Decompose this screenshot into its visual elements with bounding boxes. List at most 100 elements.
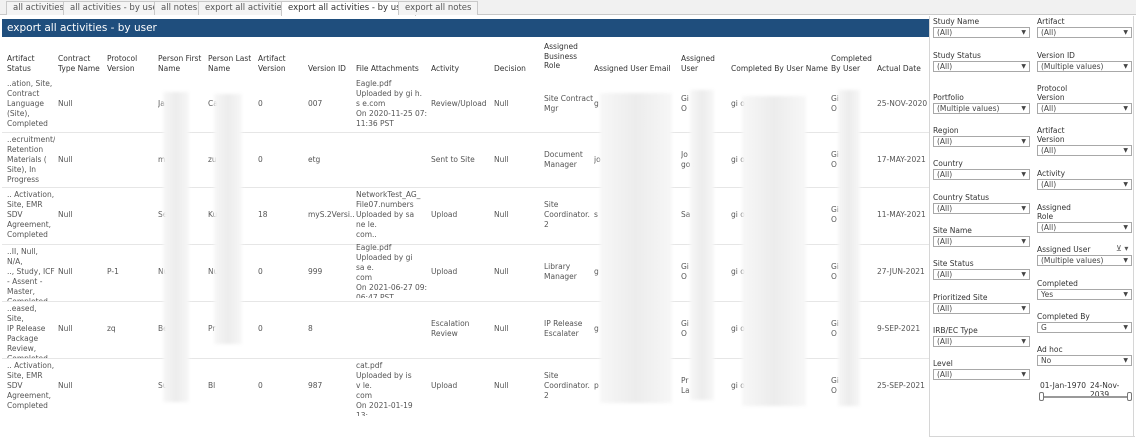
redaction-completed-by-name <box>742 96 806 406</box>
filter-dropdown[interactable]: (All) ▼ <box>1037 145 1132 156</box>
filter-dropdown[interactable]: (Multiple values) ▼ <box>1037 255 1132 266</box>
redaction-email <box>600 93 672 403</box>
table-cell: P-1 <box>107 266 119 276</box>
table-cell <box>107 210 155 265</box>
tab-bar: all activities all activities - by user … <box>0 0 1136 16</box>
column-header[interactable]: Person Last Name <box>208 54 256 73</box>
filter-value: (All) <box>937 62 953 71</box>
tab-export-all-notes[interactable]: export all notes <box>398 1 479 15</box>
filter-dropdown[interactable]: (All) ▼ <box>1037 103 1132 114</box>
table-cell: Null <box>494 154 509 164</box>
table-cell: ..eased, Site, IP Release Package Review… <box>7 303 48 359</box>
filter-value: (All) <box>937 237 953 246</box>
filter-label: Site Status <box>933 259 974 268</box>
table-cell: Sent to Site <box>431 154 475 164</box>
column-header[interactable]: Person First Name <box>158 54 206 73</box>
table-cell: 0 <box>258 154 263 164</box>
table-cell: 0 <box>258 380 263 390</box>
filter-label: Region <box>933 126 959 135</box>
filter-dropdown[interactable]: Yes ▼ <box>1037 289 1132 300</box>
column-header[interactable]: Assigned Business Role <box>544 42 594 71</box>
filter-dropdown[interactable]: G ▼ <box>1037 322 1132 333</box>
table-cell: myS.2Versi.. <box>308 209 354 219</box>
filter-label: Ad hoc <box>1037 345 1063 354</box>
filter-dropdown[interactable]: (All) ▼ <box>1037 222 1132 233</box>
column-header[interactable]: Protocol Version <box>107 54 155 73</box>
filter-value: (All) <box>1041 223 1057 232</box>
filter-dropdown[interactable]: (All) ▼ <box>933 136 1030 147</box>
redaction-last-name <box>214 94 242 344</box>
table-cell: zq <box>107 323 116 333</box>
date-range-handle-start[interactable] <box>1039 392 1044 401</box>
table-cell: Null <box>58 323 73 333</box>
column-header[interactable]: Contract Type Name <box>58 54 106 73</box>
filter-label: Version ID <box>1037 51 1075 60</box>
tab-all-activities[interactable]: all activities <box>6 1 71 15</box>
filter-value: (All) <box>937 204 953 213</box>
chevron-down-icon: ▼ <box>1123 147 1128 154</box>
filter-value: Yes <box>1041 290 1054 299</box>
filter-label: IRB/EC Type <box>933 326 978 335</box>
filter-value: (All) <box>937 28 953 37</box>
filter-label: Artifact Version <box>1037 126 1065 144</box>
date-range-handle-end[interactable] <box>1127 392 1132 401</box>
filter-dropdown[interactable]: (All) ▼ <box>933 303 1030 314</box>
column-header[interactable]: Activity <box>431 64 491 74</box>
filter-dropdown[interactable]: (All) ▼ <box>933 369 1030 380</box>
column-header[interactable]: Assigned User <box>681 54 729 73</box>
column-header[interactable]: Artifact Status <box>7 54 55 73</box>
filter-dropdown[interactable]: (All) ▼ <box>1037 27 1132 38</box>
column-header[interactable]: Decision <box>494 64 542 74</box>
tab-all-notes[interactable]: all notes <box>154 1 205 15</box>
filter-dropdown[interactable]: (All) ▼ <box>933 27 1030 38</box>
tab-export-all-activities-by-user[interactable]: export all activities - by user <box>281 1 417 16</box>
tab-export-all-activities[interactable]: export all activities <box>198 1 294 15</box>
table-cell: Null <box>494 266 509 276</box>
table-cell: 8 <box>308 323 313 333</box>
table-cell <box>107 155 155 210</box>
table-cell: ..II, Null, N/A, .., Study, ICF - Assent… <box>7 246 55 302</box>
table-cell: 007 <box>308 98 323 108</box>
table-cell: Upload <box>431 266 458 276</box>
table-cell: 18 <box>258 209 268 219</box>
tab-all-activities-by-user[interactable]: all activities - by user <box>63 1 169 15</box>
table-cell: Null <box>58 154 73 164</box>
filter-dropdown[interactable]: (All) ▼ <box>933 203 1030 214</box>
table-cell: 0 <box>258 266 263 276</box>
column-header[interactable]: Artifact Version <box>258 54 306 73</box>
table-cell: Null <box>58 98 73 108</box>
chevron-down-icon: ▼ <box>1123 105 1128 112</box>
table-cell: 25-SEP-2021 <box>877 380 925 390</box>
table-cell: cat.pdf Uploaded by is v le. com On 2021… <box>356 360 413 416</box>
filter-dropdown[interactable]: (All) ▼ <box>933 169 1030 180</box>
filter-dropdown[interactable]: (All) ▼ <box>933 61 1030 72</box>
column-header[interactable]: Version ID <box>308 64 354 74</box>
filter-dropdown[interactable]: No ▼ <box>1037 355 1132 366</box>
chevron-down-icon: ▼ <box>1021 63 1026 70</box>
filter-value: (All) <box>1041 104 1057 113</box>
filter-clear-icon[interactable]: ⊻ ▾ <box>1116 244 1128 253</box>
table-cell: ..ation, Site, Contract Language (Site),… <box>7 78 53 128</box>
filter-dropdown[interactable]: (Multiple values) ▼ <box>933 103 1030 114</box>
filter-dropdown[interactable]: (All) ▼ <box>933 269 1030 280</box>
redaction-first-name <box>163 92 189 402</box>
filter-dropdown[interactable]: (All) ▼ <box>933 336 1030 347</box>
table-cell: etg <box>308 154 321 164</box>
filter-value: (All) <box>1041 180 1057 189</box>
chevron-down-icon: ▼ <box>1021 338 1026 345</box>
filter-label: Study Name <box>933 17 980 26</box>
table-cell: 17-MAY-2021 <box>877 154 926 164</box>
column-header[interactable]: Actual Date <box>877 64 929 74</box>
table-cell: Site Coordinator. 2 <box>544 199 590 229</box>
filter-dropdown[interactable]: (All) ▼ <box>933 236 1030 247</box>
column-header[interactable]: Completed By User Name <box>731 64 829 74</box>
filter-dropdown[interactable]: (All) ▼ <box>1037 179 1132 190</box>
chevron-down-icon: ▼ <box>1123 181 1128 188</box>
column-header[interactable]: Assigned User Email <box>594 64 680 74</box>
column-header[interactable]: Completed By User <box>831 54 875 73</box>
filter-dropdown[interactable]: (Multiple values) ▼ <box>1037 61 1132 72</box>
table-cell: 0 <box>258 98 263 108</box>
filter-value: (All) <box>937 170 953 179</box>
column-header[interactable]: File Attachments <box>356 64 428 74</box>
table-cell: Null <box>494 380 509 390</box>
